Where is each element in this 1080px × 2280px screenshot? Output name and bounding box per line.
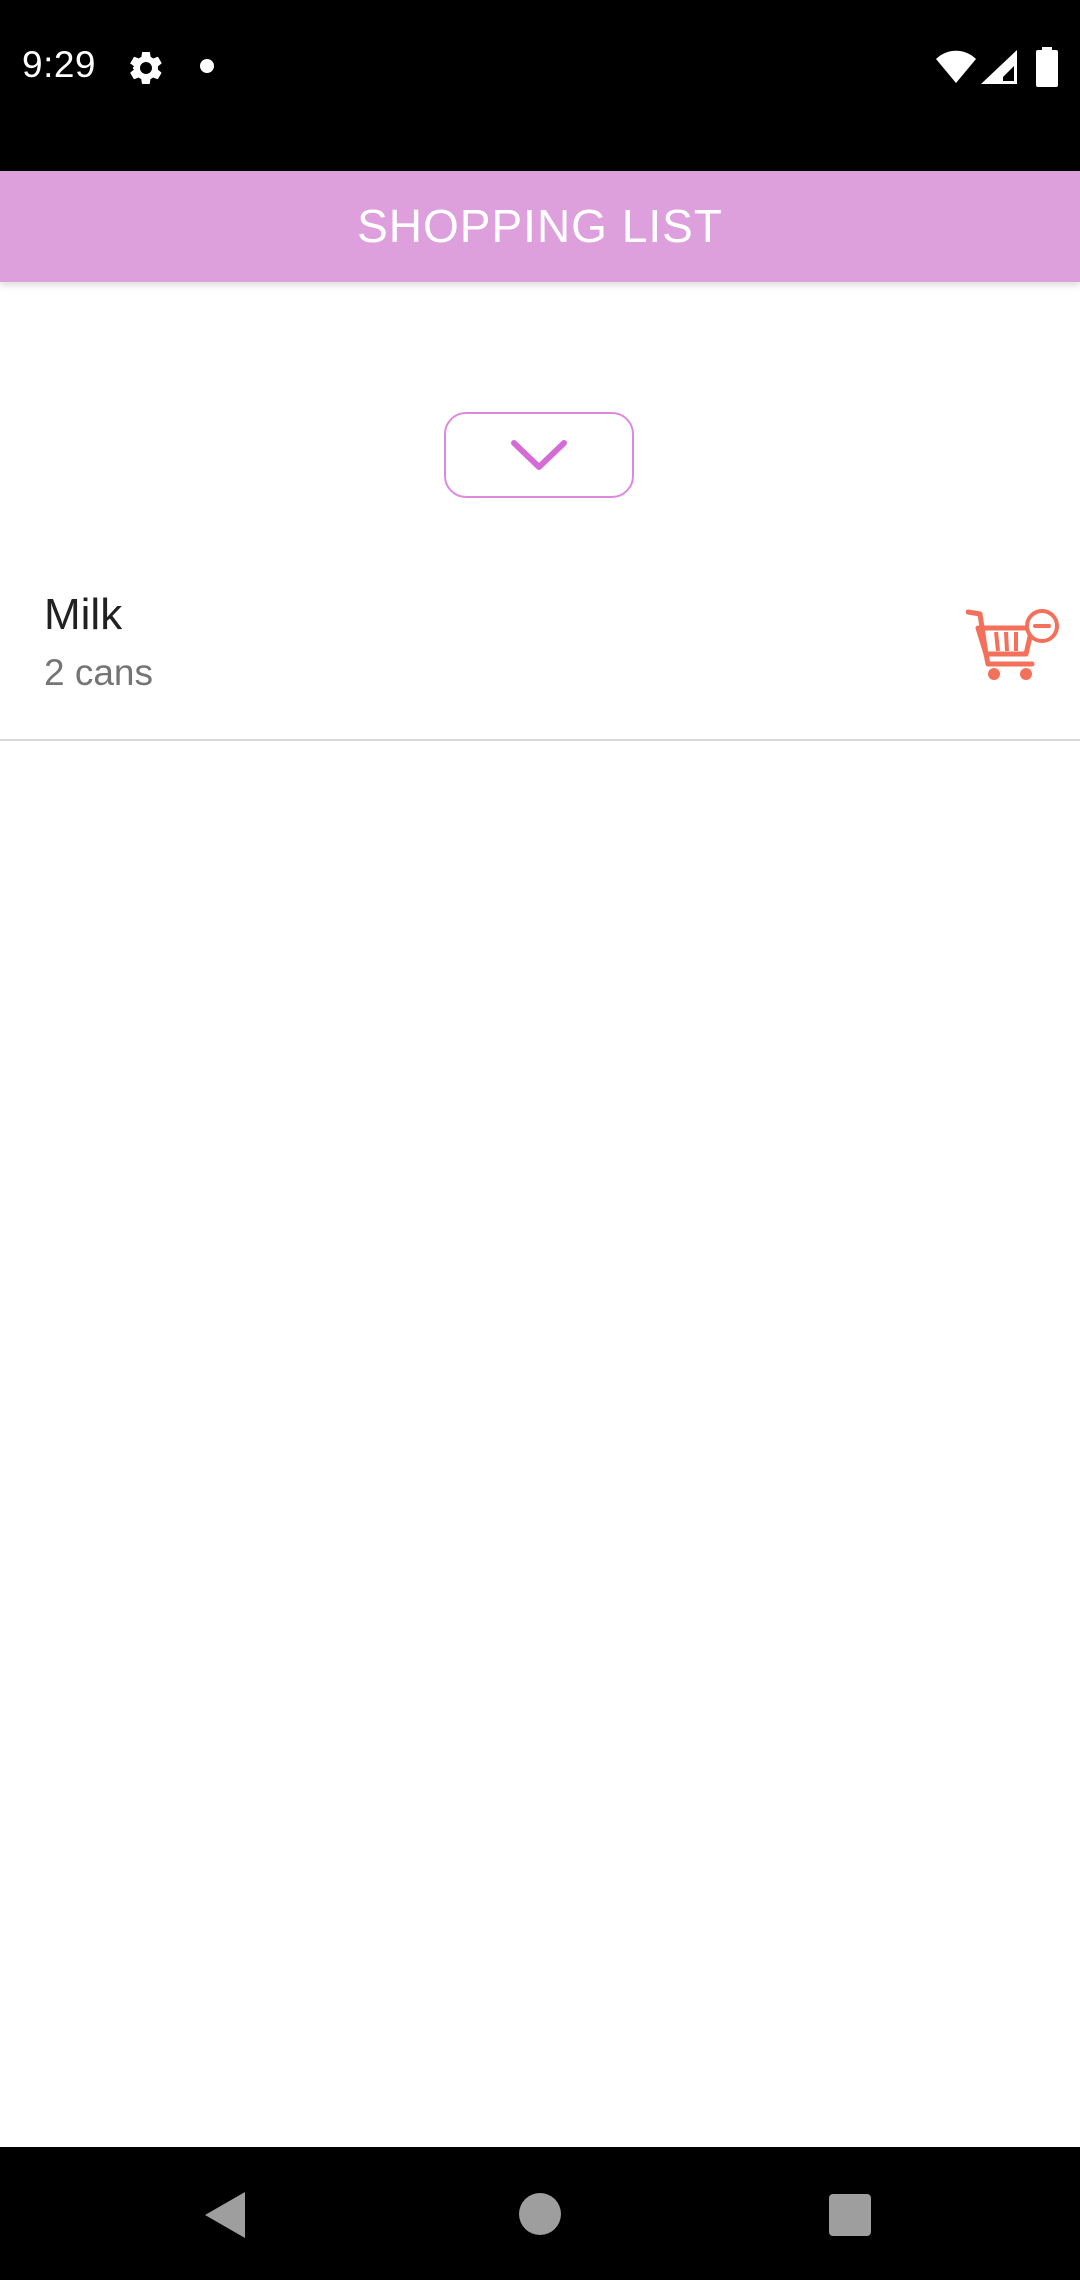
item-quantity: 2 cans — [44, 652, 154, 693]
recents-icon[interactable] — [829, 2194, 871, 2236]
home-icon[interactable] — [519, 2193, 561, 2235]
cart-remove-icon[interactable] — [966, 606, 1060, 688]
list-item[interactable]: Milk 2 cans — [0, 560, 1080, 741]
back-icon[interactable] — [205, 2192, 247, 2238]
expand-toggle-button[interactable] — [444, 412, 634, 498]
notification-dot-icon — [200, 59, 214, 73]
chevron-down-icon — [511, 440, 567, 470]
signal-icon — [981, 50, 1017, 84]
status-time: 9:29 — [22, 44, 97, 85]
page-title: SHOPPING LIST — [357, 200, 723, 252]
shopping-list: Milk 2 cans — [0, 560, 1080, 741]
item-name: Milk — [44, 590, 123, 639]
status-bar: 9:29 — [0, 0, 1080, 171]
wifi-icon — [936, 50, 976, 83]
app-bar: SHOPPING LIST — [0, 171, 1080, 282]
gear-icon — [129, 51, 162, 84]
battery-icon — [1036, 47, 1058, 87]
navigation-bar — [0, 2147, 1080, 2280]
